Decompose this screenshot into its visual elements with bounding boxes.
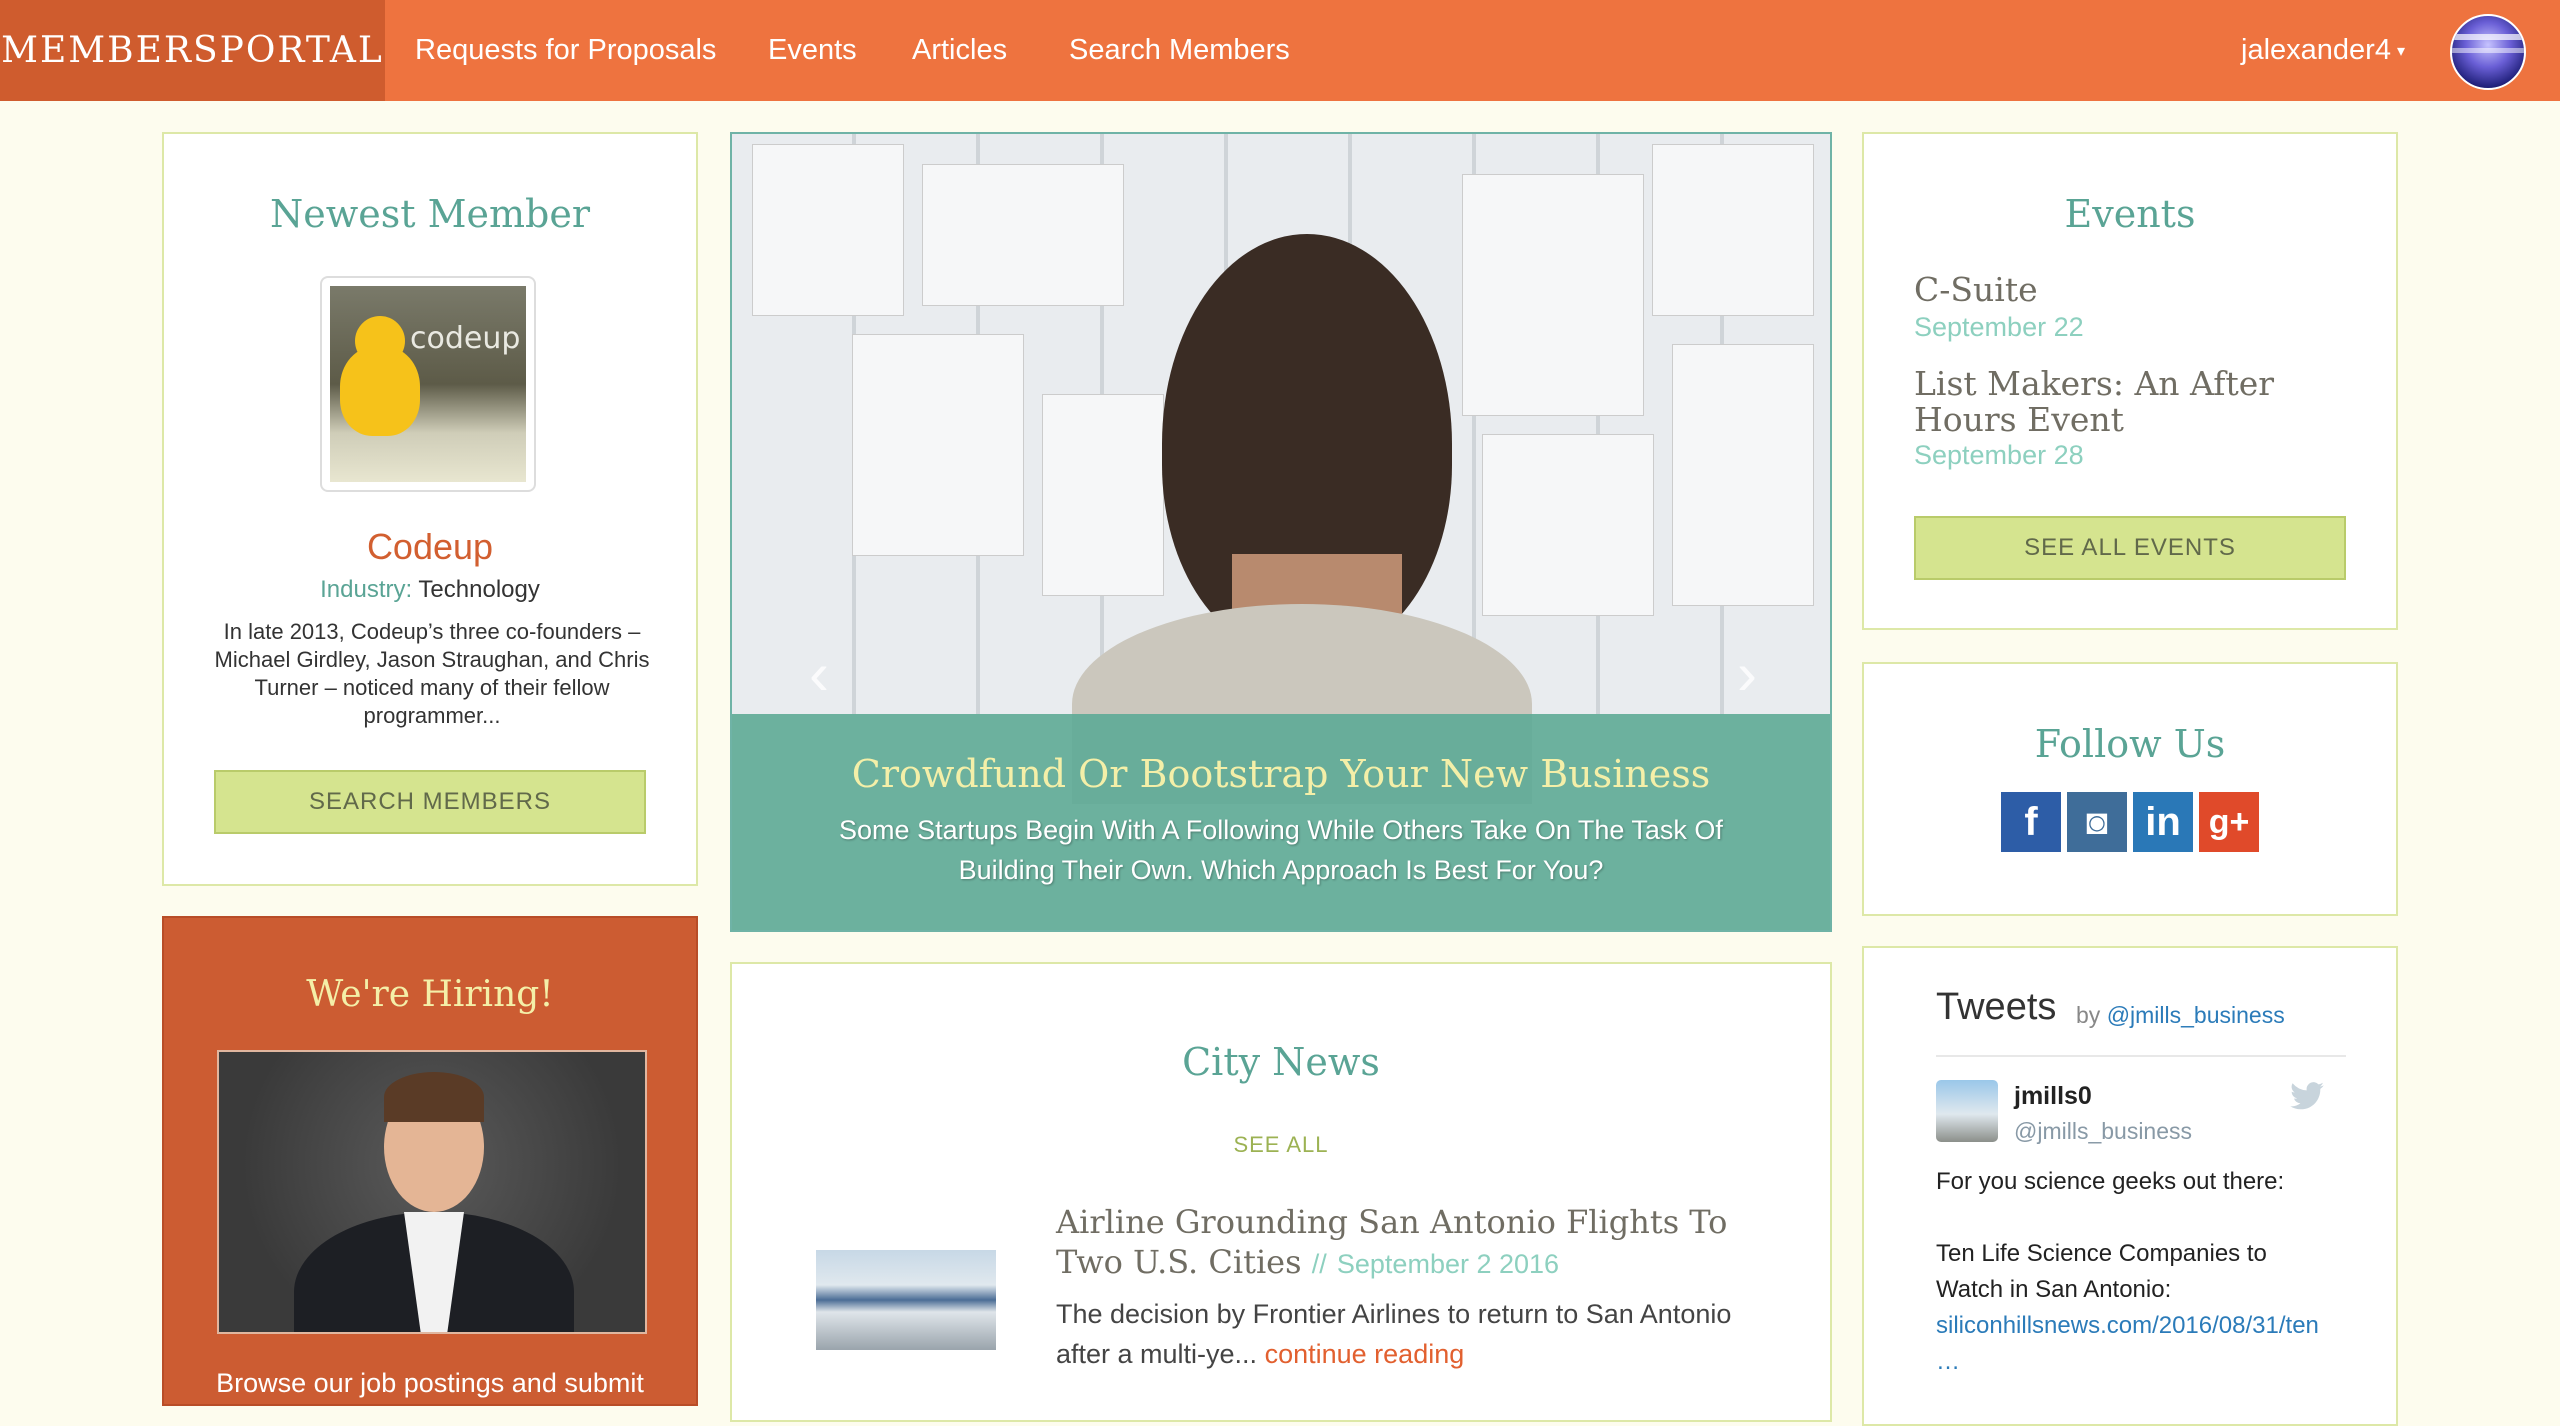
- chevron-down-icon: ▾: [2396, 42, 2405, 60]
- tweet-author-handle[interactable]: @jmills_business: [2014, 1118, 2192, 1145]
- instagram-icon[interactable]: ◙: [2067, 792, 2127, 852]
- city-news-card: City News SEE ALL Airline Grounding San …: [730, 962, 1832, 1422]
- article-title[interactable]: Airline Grounding San Antonio Flights To…: [1056, 1202, 1786, 1284]
- newest-member-heading: Newest Member: [269, 192, 590, 236]
- hero-title[interactable]: Crowdfund Or Bootstrap Your New Business: [732, 752, 1830, 796]
- nav-link-articles[interactable]: Articles: [912, 0, 1007, 101]
- continue-reading-link[interactable]: continue reading: [1265, 1339, 1465, 1369]
- hero-image: [732, 134, 1830, 804]
- hero-caption: Crowdfund Or Bootstrap Your New Business…: [732, 714, 1830, 930]
- tweets-by: by @jmills_business: [2076, 1002, 2285, 1028]
- search-members-button[interactable]: SEARCH MEMBERS: [214, 770, 646, 834]
- carousel-next-icon[interactable]: ›: [1722, 644, 1772, 704]
- city-news-see-all[interactable]: SEE ALL: [732, 1132, 1830, 1158]
- tweet-text-line: Watch in San Antonio:: [1936, 1276, 2172, 1303]
- tweet-text-line: Ten Life Science Companies to: [1936, 1240, 2267, 1267]
- nav-link-search-members[interactable]: Search Members: [1069, 0, 1290, 101]
- events-heading: Events: [2064, 192, 2196, 236]
- member-logo[interactable]: codeup: [320, 276, 536, 492]
- article-excerpt: The decision by Frontier Airlines to ret…: [1056, 1299, 1732, 1369]
- industry-label: Industry:: [320, 576, 413, 603]
- nav-link-rfp[interactable]: Requests for Proposals: [415, 0, 716, 101]
- carousel-prev-icon[interactable]: ‹: [794, 644, 844, 704]
- hiring-photo: [217, 1050, 647, 1334]
- hiring-card: We're Hiring! Browse our job postings an…: [162, 916, 698, 1406]
- tweet-avatar[interactable]: [1936, 1080, 1998, 1142]
- article-thumbnail[interactable]: [816, 1250, 996, 1350]
- facebook-icon[interactable]: f: [2001, 792, 2061, 852]
- hiring-text[interactable]: Browse our job postings and submit: [164, 1368, 696, 1399]
- event-title[interactable]: C-Suite: [1914, 272, 2374, 308]
- hero-carousel[interactable]: ‹ › Crowdfund Or Bootstrap Your New Busi…: [730, 132, 1832, 932]
- event-title[interactable]: List Makers: An After Hours Event: [1914, 366, 2374, 438]
- newest-member-card: Newest Member codeup Codeup Industry: Te…: [162, 132, 698, 886]
- follow-us-card: Follow Us: [1862, 662, 2398, 916]
- member-blurb: In late 2013, Codeup’s three co-founders…: [214, 619, 650, 728]
- city-news-heading: City News: [1182, 1040, 1380, 1084]
- industry-value: Technology: [418, 576, 540, 603]
- article-date: September 2 2016: [1336, 1249, 1560, 1279]
- event-date: September 28: [1914, 440, 2084, 470]
- tweets-heading: Tweets: [1936, 986, 2057, 1028]
- google-plus-icon[interactable]: g+: [2199, 792, 2259, 852]
- logo-text: codeup: [410, 321, 521, 356]
- member-name[interactable]: Codeup: [164, 526, 696, 568]
- top-navbar: MEMBERSPORTAL Requests for Proposals Eve…: [0, 0, 2560, 101]
- hiring-heading: We're Hiring!: [306, 974, 554, 1015]
- member-industry: Industry: Technology: [164, 576, 696, 604]
- twitter-bird-icon[interactable]: [2290, 1082, 2324, 1110]
- follow-us-heading: Follow Us: [2034, 722, 2226, 766]
- event-date: September 22: [1914, 312, 2084, 342]
- hero-subtitle: Some Startups Begin With A Following Whi…: [839, 815, 1723, 885]
- nav-link-events[interactable]: Events: [768, 0, 857, 101]
- tweet-text-line: For you science geeks out there:: [1936, 1168, 2285, 1195]
- tweet-link[interactable]: siliconhillsnews.com/2016/08/31/ten: [1936, 1308, 2319, 1344]
- brand-logo[interactable]: MEMBERSPORTAL: [0, 0, 385, 101]
- linkedin-icon[interactable]: in: [2133, 792, 2193, 852]
- tweet-link-ellipsis[interactable]: …: [1936, 1344, 1960, 1380]
- tweets-account-link[interactable]: @jmills_business: [2107, 1002, 2285, 1028]
- user-menu-toggle[interactable]: jalexander4 ▾: [2241, 0, 2405, 101]
- see-all-events-button[interactable]: SEE ALL EVENTS: [1914, 516, 2346, 580]
- avatar[interactable]: [2450, 14, 2526, 90]
- divider: [1936, 1055, 2346, 1057]
- tweet-author-name[interactable]: jmills0: [2014, 1082, 2092, 1111]
- username: jalexander4: [2241, 34, 2391, 66]
